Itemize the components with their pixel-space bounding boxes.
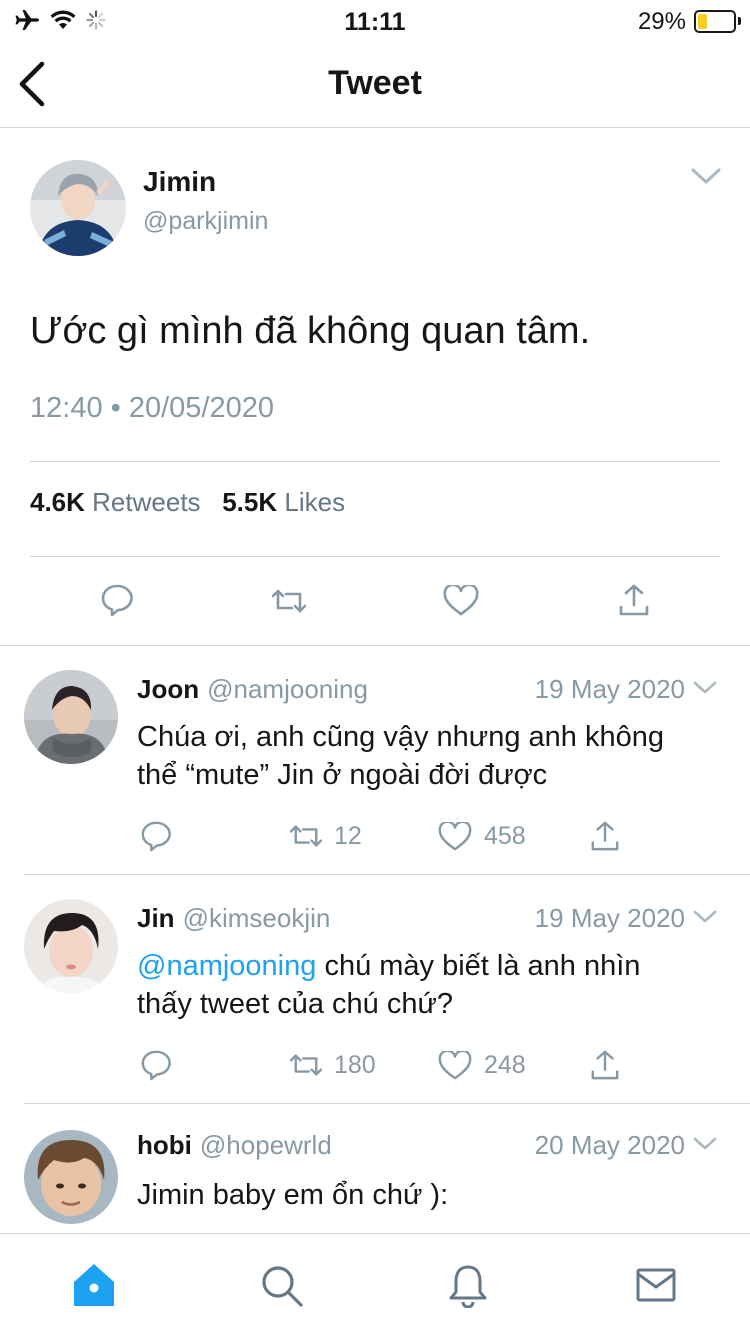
share-icon[interactable] <box>590 1049 620 1081</box>
retweet-button[interactable] <box>288 822 324 850</box>
home-icon[interactable] <box>72 1262 116 1308</box>
reply-text: @namjooning chú mày biết là anh nhìn thấ… <box>137 947 737 1023</box>
like-icon[interactable] <box>438 1051 472 1081</box>
reply-author-handle[interactable]: @namjooning <box>207 674 368 704</box>
reply-options-button[interactable] <box>692 680 718 696</box>
avatar-joon[interactable] <box>24 670 118 764</box>
share-button[interactable] <box>590 820 620 852</box>
like-button[interactable] <box>438 822 472 852</box>
reply-tweet[interactable]: hobi @hopewrld 20 May 2020 Jimin baby em … <box>0 1104 750 1233</box>
retweets-label: Retweets <box>92 487 201 517</box>
reply-button[interactable] <box>140 1049 172 1081</box>
reply-button[interactable] <box>140 820 172 852</box>
tab-messages[interactable] <box>636 1268 676 1302</box>
notifications-icon[interactable] <box>448 1264 488 1308</box>
author-handle[interactable]: @parkjimin <box>143 207 268 236</box>
share-button[interactable] <box>590 1049 620 1081</box>
search-icon[interactable] <box>260 1264 304 1308</box>
tab-notifications[interactable] <box>448 1264 488 1308</box>
reply-text: Chúa ơi, anh cũng vậy nhưng anh không th… <box>137 718 737 794</box>
retweets-count: 4.6K <box>30 487 85 517</box>
like-button[interactable] <box>438 1051 472 1081</box>
reply-options-button[interactable] <box>692 1136 718 1152</box>
reply-text-line: Chúa ơi, anh cũng vậy nhưng anh không <box>137 721 664 753</box>
reply-date: 20 May 2020 <box>534 1130 685 1160</box>
retweet-count: 12 <box>334 822 362 850</box>
like-icon[interactable] <box>438 822 472 852</box>
nav-divider <box>0 127 750 128</box>
reply-text-line: thấy tweet của chú chứ? <box>137 988 454 1020</box>
reply-date: 19 May 2020 <box>534 903 685 933</box>
tab-search[interactable] <box>260 1264 304 1308</box>
chevron-down-icon[interactable] <box>692 1136 718 1152</box>
avatar-hobi[interactable] <box>24 1130 118 1224</box>
reply-author-name[interactable]: Joon <box>137 674 199 704</box>
reply-icon[interactable] <box>140 820 172 852</box>
chevron-down-icon[interactable] <box>692 680 718 696</box>
reply-icon[interactable] <box>100 583 134 617</box>
tweet-timestamp: 12:40 • 20/05/2020 <box>30 392 274 424</box>
share-icon[interactable] <box>590 820 620 852</box>
reply-button[interactable] <box>100 583 134 617</box>
reply-icon[interactable] <box>140 1049 172 1081</box>
avatar-jimin[interactable] <box>30 160 126 256</box>
battery-percent: 29% <box>637 8 686 35</box>
share-icon[interactable] <box>618 583 650 617</box>
reply-text-line: thể “mute” Jin ở ngoài đời được <box>137 759 548 791</box>
avatar-jin[interactable] <box>24 899 118 993</box>
retweet-icon[interactable] <box>288 1051 324 1079</box>
retweet-icon[interactable] <box>288 822 324 850</box>
reply-author-handle[interactable]: @hopewrld <box>200 1130 332 1160</box>
mention-link[interactable]: @namjooning <box>137 950 316 982</box>
reply-author-name[interactable]: hobi <box>137 1130 192 1160</box>
reply-author-name[interactable]: Jin <box>137 903 175 933</box>
reply-tweet[interactable]: Jin @kimseokjin 19 May 2020 @namjooning c… <box>0 875 750 1103</box>
like-icon[interactable] <box>443 585 479 617</box>
reply-text-line: chú mày biết là anh nhìn <box>316 950 641 982</box>
author-name[interactable]: Jimin <box>143 166 216 198</box>
battery-icon <box>694 10 741 33</box>
messages-icon[interactable] <box>636 1268 676 1302</box>
like-button[interactable] <box>443 585 479 617</box>
retweet-button[interactable] <box>288 1051 324 1079</box>
retweets-stat[interactable]: 4.6K Retweets <box>30 487 201 517</box>
chevron-down-icon[interactable] <box>690 166 722 186</box>
reply-date: 19 May 2020 <box>534 674 685 704</box>
page-title: Tweet <box>328 64 422 102</box>
like-count: 458 <box>484 822 526 850</box>
tweet-stats: 4.6K Retweets 5.5K Likes <box>30 487 345 518</box>
battery-level-fill <box>698 14 707 29</box>
likes-label: Likes <box>284 487 346 517</box>
reply-text: Jimin baby em ổn chứ ): <box>137 1179 449 1211</box>
retweet-count: 180 <box>334 1051 376 1079</box>
reply-options-button[interactable] <box>692 909 718 925</box>
divider <box>30 461 720 462</box>
share-button[interactable] <box>618 583 650 617</box>
like-count: 248 <box>484 1051 526 1079</box>
likes-count: 5.5K <box>222 487 278 517</box>
reply-author-handle[interactable]: @kimseokjin <box>183 903 331 933</box>
reply-tweet[interactable]: Joon @namjooning 19 May 2020 Chúa ơi, anh… <box>0 646 750 874</box>
divider <box>30 556 720 557</box>
retweet-icon[interactable] <box>270 586 308 616</box>
tab-home[interactable] <box>72 1262 116 1308</box>
likes-stat[interactable]: 5.5K Likes <box>222 487 345 517</box>
tweet-text: Ước gì mình đã không quan tâm. <box>30 310 591 352</box>
retweet-button[interactable] <box>270 586 308 616</box>
tweet-options-button[interactable] <box>690 166 722 186</box>
status-bar: 11:11 29% <box>0 0 750 40</box>
tab-bar <box>0 1234 750 1334</box>
chevron-down-icon[interactable] <box>692 909 718 925</box>
